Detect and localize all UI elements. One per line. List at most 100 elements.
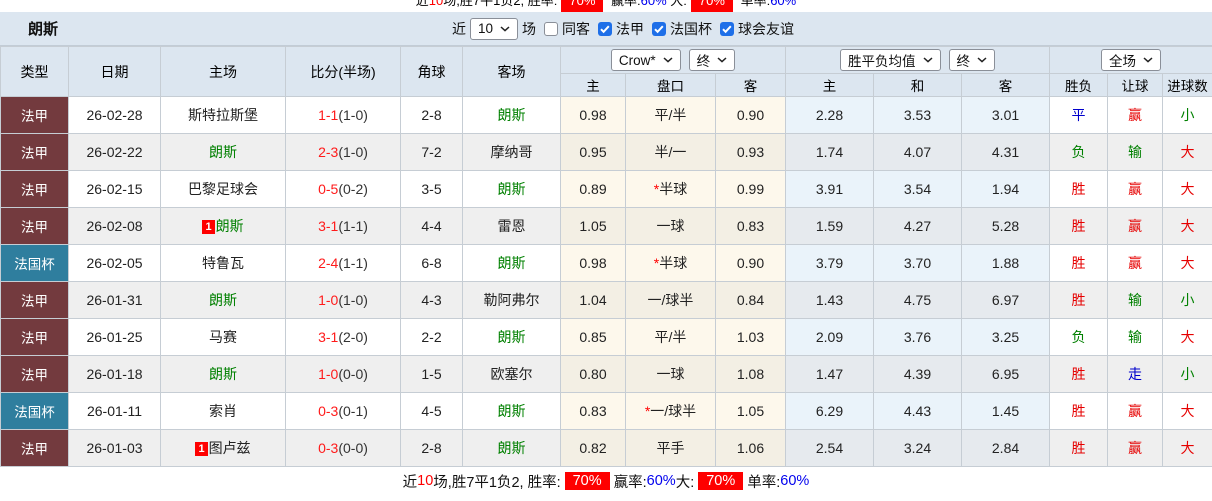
col-goals-result: 大 (1162, 429, 1212, 467)
filter-checkbox-0[interactable] (544, 21, 559, 36)
stats-text: 单率: (747, 474, 781, 491)
col-handicap-result-value: 输 (1128, 144, 1143, 160)
col-score: 0-3(0-1) (285, 392, 401, 430)
chevron-down-icon (663, 57, 673, 63)
col-date: 26-01-18 (68, 355, 161, 393)
col-corners: 4-4 (400, 207, 463, 245)
col-date: 26-02-28 (68, 96, 161, 134)
col-goals-result: 小 (1162, 281, 1212, 319)
table-row: 法甲 26-02-22 朗斯 2-3(1-0) 7-2 摩纳哥 0.95 半/一 0.93 1.7… (0, 133, 1212, 171)
col-handicap-result: 输 (1107, 318, 1164, 356)
odds-time-select-value: 终 (696, 54, 711, 69)
col-handicap-result: 输 (1107, 133, 1164, 171)
handicap-text: 一球 (656, 218, 685, 234)
recent-matches-select[interactable]: 10 (470, 17, 519, 40)
check-icon (654, 25, 664, 33)
col-corners: 3-5 (400, 170, 463, 208)
col-away-team: 朗斯 (462, 318, 561, 356)
stats-text: 近 (415, 0, 429, 8)
table-row: 法甲 26-01-25 马赛 3-1(2-0) 2-2 朗斯 0.85 平/半 1.03 2.09… (0, 318, 1212, 356)
filter-checkbox-1[interactable] (598, 21, 613, 36)
col-wdl-result: 胜 (1049, 207, 1109, 245)
scope-select[interactable]: 全场 (1101, 49, 1162, 71)
col-score: 3-1(1-1) (285, 207, 401, 245)
stats-text: 60% (770, 0, 797, 8)
col-home-team: 1 图卢兹 (160, 429, 286, 467)
col-euro-away-odds: 1.94 (960, 170, 1051, 208)
odds-time-select[interactable]: 终 (688, 49, 736, 71)
stats-text: 60% (646, 473, 676, 489)
col-header-type: 类型 (0, 46, 69, 97)
odds-company-select[interactable]: Crow* (610, 49, 681, 71)
col-home-team: 特鲁瓦 (160, 244, 286, 282)
col-euro-away-odds: 3.01 (960, 96, 1051, 134)
col-home-team: 朗斯 (160, 281, 286, 319)
col-euro-home-odds: 1.47 (785, 355, 874, 393)
col-asian-away-odds: 0.83 (715, 207, 786, 245)
col-away-team: 朗斯 (462, 96, 561, 134)
full-time-score: 0-3 (318, 440, 339, 456)
col-handicap: 一/球半 (625, 281, 716, 319)
col-euro-home-odds: 1.43 (785, 281, 874, 319)
match-history-panel: 近10场,胜7平1负2, 胜率: 70% 赢率:60% 大: 70% 单率:60% … (0, 0, 1212, 501)
col-euro-away-odds: 6.95 (960, 355, 1051, 393)
col-handicap-result: 赢 (1107, 392, 1164, 430)
away-team-name: 摩纳哥 (490, 144, 533, 160)
full-time-score: 2-3 (318, 144, 339, 160)
stats-text: 10 (428, 0, 444, 8)
filter-checkbox-2[interactable] (652, 21, 667, 36)
euro-time-select-value: 终 (956, 54, 971, 69)
col-handicap-result-value: 赢 (1128, 218, 1143, 234)
subcol-handicap: 盘口 (625, 73, 716, 97)
table-row: 法甲 26-01-03 1 图卢兹 0-3(0-0) 2-8 朗斯 0.82 平手 1.06 2.5… (0, 429, 1212, 467)
home-team-name: 斯特拉斯堡 (188, 107, 258, 123)
col-euro-draw-odds: 3.70 (873, 244, 962, 282)
stats-text: 赢率: (607, 0, 641, 8)
col-wdl-result-value: 胜 (1071, 181, 1086, 197)
percent-badge: 70% (690, 0, 733, 12)
col-euro-home-odds: 1.59 (785, 207, 874, 245)
col-goals-result: 大 (1162, 318, 1212, 356)
title-bar: 朗斯 近 10 场 同客 法甲 法国杯 球会友谊 (0, 12, 1212, 46)
col-wdl-result: 平 (1049, 96, 1109, 134)
col-euro-draw-odds: 3.24 (873, 429, 962, 467)
stats-text: 近 (402, 474, 418, 491)
home-team-name: 索肖 (209, 403, 237, 419)
col-date: 26-01-25 (68, 318, 161, 356)
col-wdl-result: 胜 (1049, 429, 1109, 467)
col-wdl-result-value: 胜 (1071, 292, 1086, 308)
col-type: 法甲 (0, 355, 69, 393)
chevron-down-icon (977, 57, 987, 63)
col-handicap: *半球 (625, 244, 716, 282)
half-time-score: (0-0) (338, 440, 368, 456)
euro-time-select[interactable]: 终 (948, 49, 996, 71)
col-euro-away-odds: 3.25 (960, 318, 1051, 356)
col-goals-result: 小 (1162, 355, 1212, 393)
col-header-score: 比分(半场) (285, 46, 401, 97)
col-corners: 4-3 (400, 281, 463, 319)
col-goals-result-value: 小 (1180, 366, 1195, 382)
col-wdl-result: 胜 (1049, 170, 1109, 208)
away-team-name: 朗斯 (497, 255, 526, 271)
col-type: 法甲 (0, 281, 69, 319)
odds-company-select-value: Crow* (618, 52, 656, 68)
col-home-team: 朗斯 (160, 355, 286, 393)
col-goals-result: 小 (1162, 96, 1212, 134)
table-row: 法甲 26-02-08 1 朗斯 3-1(1-1) 4-4 雷恩 1.05 一球 0.83 1.59… (0, 207, 1212, 245)
full-time-score: 1-1 (318, 107, 339, 123)
col-handicap: 一球 (625, 207, 716, 245)
page-title: 朗斯 (28, 21, 59, 38)
col-goals-result-value: 大 (1180, 329, 1195, 345)
subcol-euro-draw: 和 (873, 73, 962, 97)
col-asian-away-odds: 0.90 (715, 96, 786, 134)
filter-checkbox-3[interactable] (720, 21, 735, 36)
col-type: 法甲 (0, 429, 69, 467)
col-type: 法甲 (0, 96, 69, 134)
euro-company-select[interactable]: 胜平负均值 (840, 49, 941, 71)
col-date: 26-02-15 (68, 170, 161, 208)
home-team-name: 朗斯 (209, 144, 237, 160)
col-wdl-result: 负 (1049, 133, 1109, 171)
col-score: 0-3(0-0) (285, 429, 401, 467)
half-time-score: (0-2) (338, 181, 368, 197)
away-team-name: 雷恩 (497, 218, 526, 234)
